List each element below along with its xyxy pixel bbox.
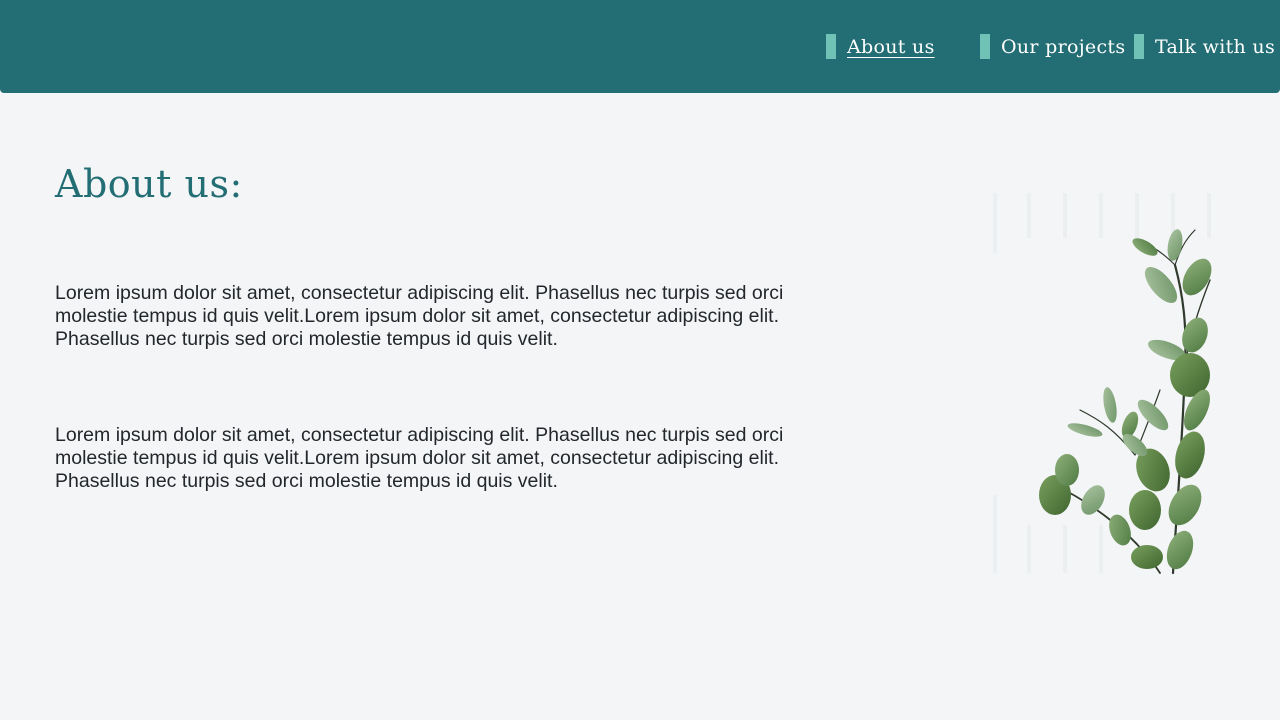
- page: About us Our projects Talk with us About…: [0, 0, 1280, 720]
- nav-label: Our projects: [1001, 35, 1126, 58]
- body-paragraph: Lorem ipsum dolor sit amet, consectetur …: [55, 282, 784, 350]
- nav-marker: [980, 34, 990, 59]
- body-paragraph: Lorem ipsum dolor sit amet, consectetur …: [55, 424, 784, 492]
- nav-link-about-us[interactable]: About us: [826, 34, 935, 59]
- nav-marker: [1134, 34, 1144, 59]
- nav-link-our-projects[interactable]: Our projects: [980, 34, 1125, 59]
- top-navigation-bar: About us Our projects Talk with us: [0, 0, 1280, 93]
- nav-marker: [826, 34, 836, 59]
- nav-link-talk-with-us[interactable]: Talk with us: [1134, 34, 1275, 59]
- page-title: About us:: [55, 162, 243, 206]
- nav-label: About us: [847, 35, 935, 58]
- nav-label: Talk with us: [1155, 35, 1275, 58]
- eucalyptus-plant-image: [993, 193, 1212, 575]
